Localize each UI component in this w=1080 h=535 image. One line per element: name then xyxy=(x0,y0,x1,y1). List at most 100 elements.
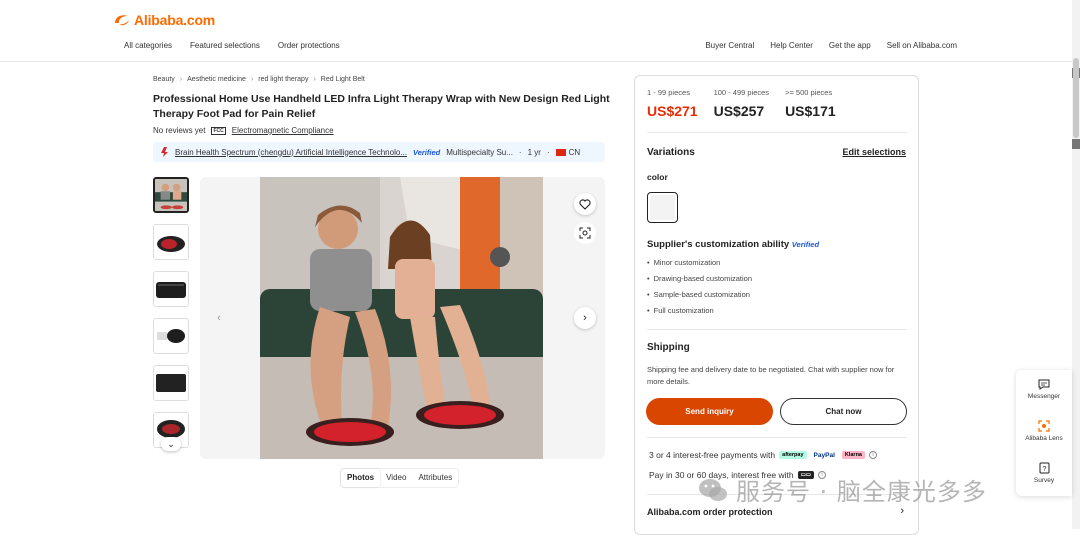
page-scrollbar[interactable] xyxy=(1072,0,1080,529)
interest-free-row: 3 or 4 interest-free payments with after… xyxy=(649,450,877,460)
thumbnail[interactable] xyxy=(153,224,189,260)
edit-selections-link[interactable]: Edit selections xyxy=(842,147,906,157)
tier-price: US$171 xyxy=(785,103,836,119)
thumbnail-image xyxy=(154,319,188,353)
lens-icon xyxy=(1038,420,1050,432)
chat-now-button[interactable]: Chat now xyxy=(780,398,907,425)
price-tier: 100 - 499 pieces US$257 xyxy=(714,88,769,119)
wechat-icon xyxy=(699,478,727,501)
image-search-icon[interactable] xyxy=(574,222,596,244)
supplier-type: Multispecialty Su... xyxy=(446,147,513,157)
crumb-red-light-belt[interactable]: Red Light Belt xyxy=(321,76,365,83)
logo-text: Alibaba.com xyxy=(134,12,216,28)
messenger-button[interactable]: Messenger xyxy=(1016,379,1072,400)
tier-quantity: 100 - 499 pieces xyxy=(713,88,770,97)
watermark-text: 服务号 · 脑全康光多多 xyxy=(736,478,987,506)
customization-verified-badge: Verified xyxy=(791,240,820,249)
scroll-thumb[interactable] xyxy=(1073,58,1079,138)
paypal-logo: PayPal xyxy=(813,451,835,459)
chevron-right-icon: › xyxy=(250,76,254,83)
thumbnail[interactable] xyxy=(153,318,189,354)
thumbnail-image xyxy=(154,272,188,306)
top-header: Alibaba.com All categories Featured sele… xyxy=(0,0,1080,62)
product-photo-image xyxy=(260,177,543,459)
main-product-photo[interactable] xyxy=(260,177,543,459)
wechat-watermark: 服务号 · 脑全康光多多 xyxy=(698,472,987,507)
supplier-country: CN xyxy=(568,147,581,157)
alibaba-logo[interactable]: Alibaba.com xyxy=(113,11,215,29)
list-item: Drawing-based customization xyxy=(647,274,752,290)
customization-title-text: Supplier's customization ability xyxy=(647,239,790,250)
purchase-panel: 1 - 99 pieces US$271 100 - 499 pieces US… xyxy=(634,75,919,535)
alibaba-logo-icon xyxy=(115,15,129,26)
thumbnail[interactable] xyxy=(153,365,189,401)
customization-title: Supplier's customization ability Verifie… xyxy=(647,239,819,250)
tab-video[interactable]: Video xyxy=(380,469,412,487)
reviews-text: No reviews yet xyxy=(153,126,206,135)
supplier-name[interactable]: Brain Health Spectrum (chengdu) Artifici… xyxy=(175,148,407,157)
message-icon xyxy=(1038,379,1050,390)
thumbnail-image xyxy=(155,179,187,211)
chevron-left-icon[interactable]: ‹ xyxy=(208,307,230,329)
thumbnail[interactable] xyxy=(153,177,189,213)
thumbnail-image xyxy=(154,225,188,259)
scroll-marker xyxy=(1072,139,1080,149)
nav-help-center[interactable]: Help Center xyxy=(770,41,813,50)
price-tier: >= 500 pieces US$171 xyxy=(785,88,836,119)
tier-price: US$257 xyxy=(713,103,765,119)
dot-separator: · xyxy=(546,147,550,157)
supplier-bar[interactable]: Brain Health Spectrum (chengdu) Artifici… xyxy=(153,142,605,162)
list-item: Full customization xyxy=(647,306,752,322)
nav-buyer-central[interactable]: Buyer Central xyxy=(705,41,754,50)
thumbnail-image xyxy=(154,366,188,400)
shipping-text: Shipping fee and delivery date to be neg… xyxy=(647,365,895,386)
china-flag-icon xyxy=(555,148,566,156)
tab-attributes[interactable]: Attributes xyxy=(412,469,458,487)
variations-title: Variations xyxy=(647,147,695,158)
tab-photos[interactable]: Photos xyxy=(341,469,381,487)
thumbnail-strip xyxy=(153,177,189,459)
send-inquiry-button[interactable]: Send inquiry xyxy=(646,398,773,425)
chevron-right-icon[interactable]: › xyxy=(574,307,596,329)
chevron-right-icon: › xyxy=(313,76,316,83)
survey-button[interactable]: ? Survey xyxy=(1016,462,1072,484)
nav-sell-on-alibaba[interactable]: Sell on Alibaba.com xyxy=(887,41,957,50)
swatch-fill xyxy=(650,195,675,220)
supplier-logo-icon xyxy=(161,147,168,157)
divider xyxy=(647,437,907,438)
crumb-red-light-therapy[interactable]: red light therapy xyxy=(258,76,308,83)
order-protection-link[interactable]: Alibaba.com order protection xyxy=(647,507,773,517)
color-swatch[interactable] xyxy=(647,192,678,223)
nav-all-categories[interactable]: All categories xyxy=(124,41,172,50)
compliance-link[interactable]: Electromagnetic Compliance xyxy=(232,126,334,135)
list-item: Minor customization xyxy=(647,258,752,274)
lens-label: Alibaba Lens xyxy=(1025,435,1063,442)
thumbnail[interactable] xyxy=(153,271,189,307)
customization-list: Minor customization Drawing-based custom… xyxy=(647,258,752,322)
crumb-aesthetic-medicine[interactable]: Aesthetic medicine xyxy=(187,76,246,83)
tier-quantity: >= 500 pieces xyxy=(785,88,833,97)
reviews-row: No reviews yet FCC Electromagnetic Compl… xyxy=(153,126,334,135)
chevron-down-icon[interactable]: ⌄ xyxy=(161,437,181,451)
klarna-logo: Klarna xyxy=(841,451,865,459)
tier-quantity: 1 - 99 pieces xyxy=(647,88,690,97)
shipping-title: Shipping xyxy=(647,342,690,353)
nav-get-app[interactable]: Get the app xyxy=(829,41,871,50)
color-label: color xyxy=(647,172,668,182)
interest-free-text: 3 or 4 interest-free payments with xyxy=(649,450,776,460)
supplier-years: 1 yr xyxy=(527,147,541,157)
nav-order-protections[interactable]: Order protections xyxy=(278,41,340,50)
alibaba-lens-button[interactable]: Alibaba Lens xyxy=(1016,420,1072,442)
dot-separator: · xyxy=(518,147,522,157)
tier-price: US$271 xyxy=(647,103,698,119)
price-tiers: 1 - 99 pieces US$271 100 - 499 pieces US… xyxy=(647,88,836,119)
info-icon[interactable]: i xyxy=(869,451,877,459)
survey-label: Survey xyxy=(1033,477,1055,484)
messenger-label: Messenger xyxy=(1027,393,1061,400)
crumb-beauty[interactable]: Beauty xyxy=(153,76,175,83)
svg-text:?: ? xyxy=(1042,466,1046,473)
heart-icon[interactable] xyxy=(574,193,596,215)
floating-tools: Messenger Alibaba Lens ? Survey xyxy=(1016,370,1072,496)
list-item: Sample-based customization xyxy=(647,290,752,306)
nav-featured-selections[interactable]: Featured selections xyxy=(190,41,260,50)
